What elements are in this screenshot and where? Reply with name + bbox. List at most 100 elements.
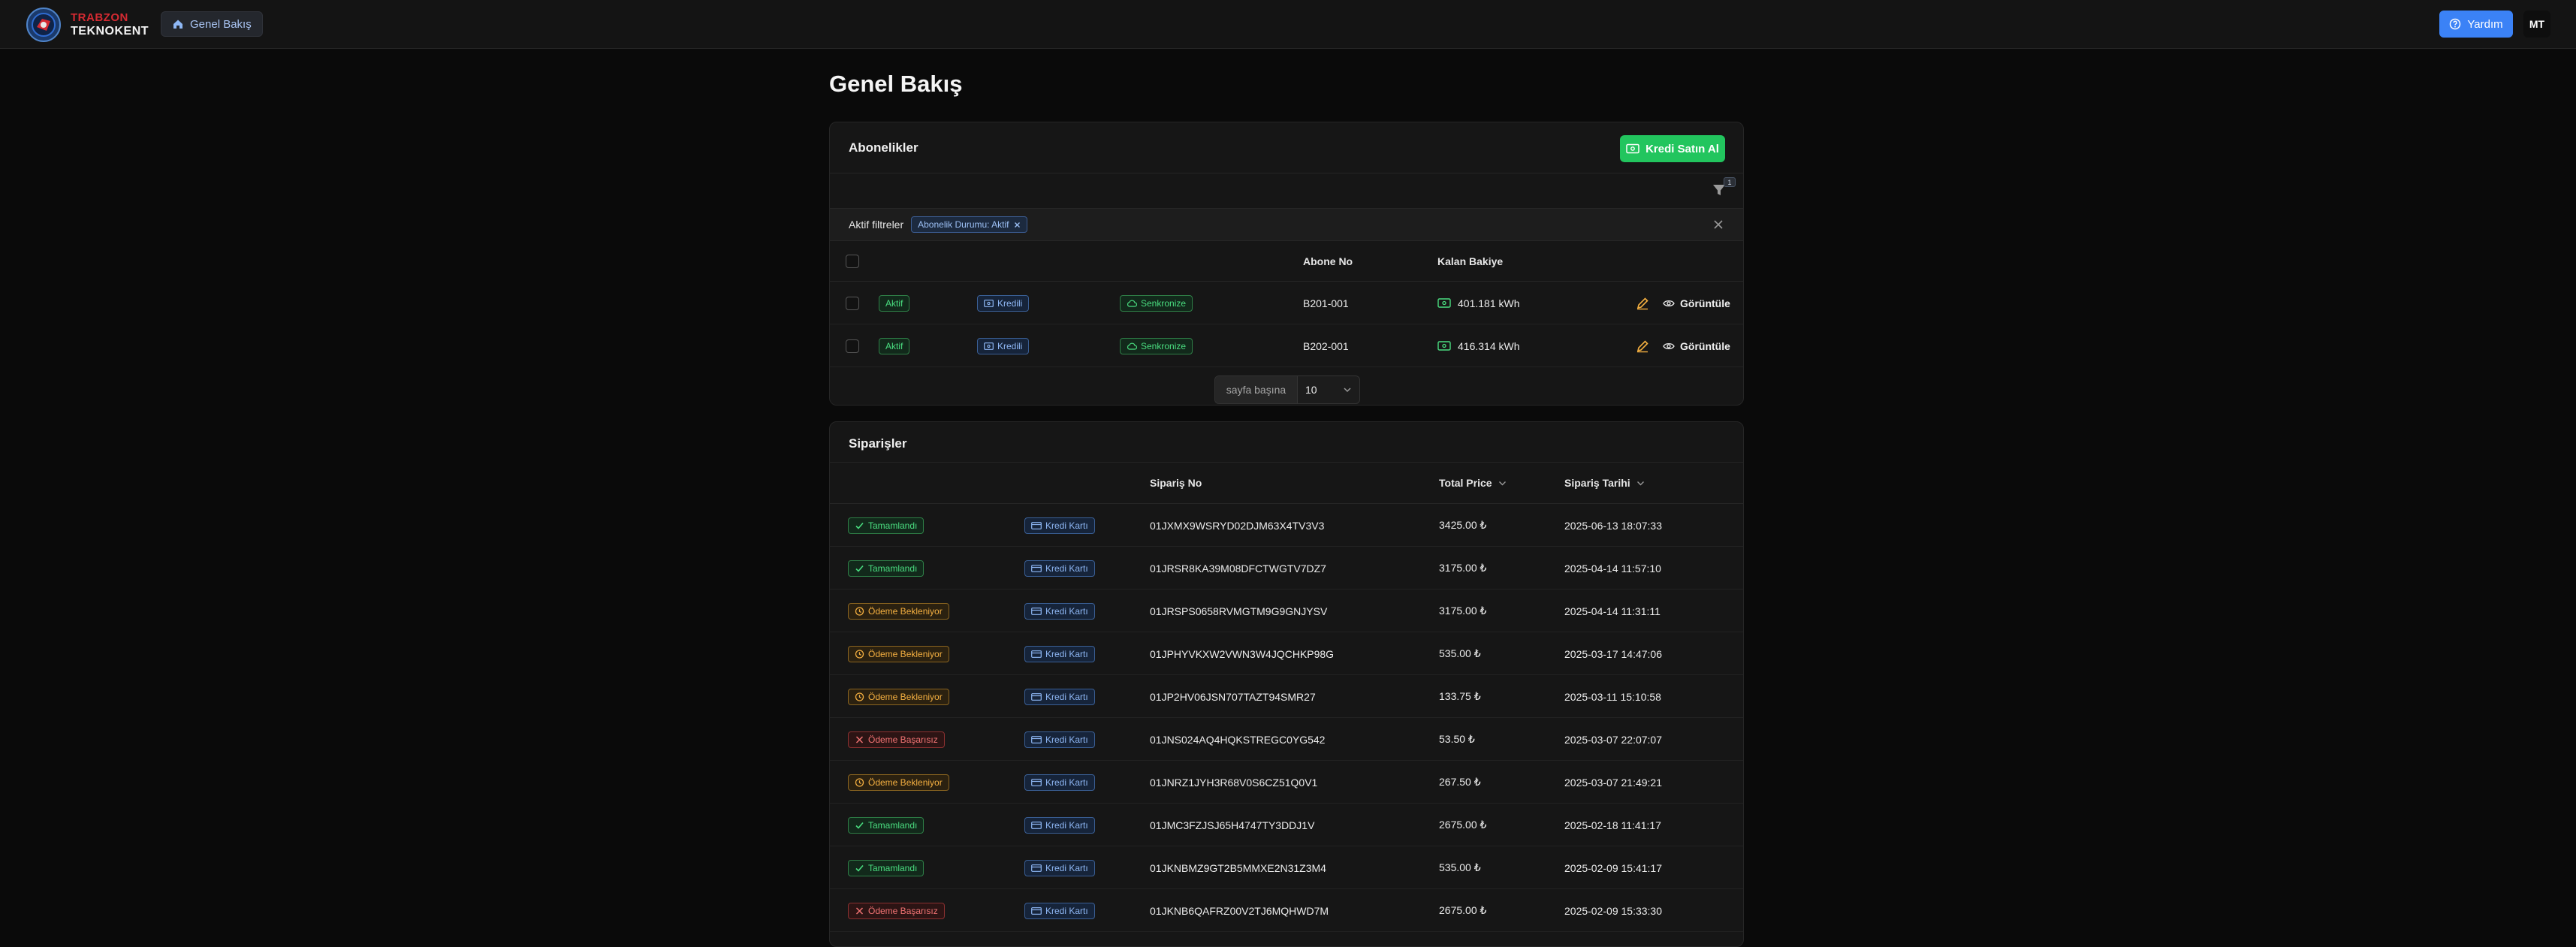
order-price: 535.00 ₺: [1439, 861, 1481, 873]
table-row[interactable]: Ödeme Bekleniyor Kredi Kartı 01JPHYVKXW2VW…: [830, 632, 1743, 675]
clock-icon: [855, 692, 864, 701]
table-row[interactable]: Tamamlandı Kredi Kartı 01JRSR8KA39M08DFCTW…: [830, 547, 1743, 590]
table-row[interactable]: Tamamlandı Kredi Kartı 01JKNBMZ9GT2B5MMXE2…: [830, 846, 1743, 889]
payment-method-label: Kredi Kartı: [1045, 819, 1088, 831]
select-all-checkbox[interactable]: [846, 255, 859, 268]
help-button[interactable]: Yardım: [2439, 11, 2513, 38]
order-price: 2675.00 ₺: [1439, 904, 1487, 916]
order-price: 267.50 ₺: [1439, 776, 1481, 788]
nav-overview-label: Genel Bakış: [190, 17, 252, 31]
subscriber-no: B201-001: [1303, 297, 1349, 309]
table-row[interactable]: Ödeme Başarısız Kredi Kartı 01JNS024AQ4HQK…: [830, 718, 1743, 761]
orders-header: Siparişler: [830, 422, 1743, 463]
per-page-value: 10: [1305, 384, 1317, 396]
type-badge: Kredili: [977, 294, 1030, 312]
edit-icon[interactable]: [1636, 297, 1649, 310]
order-date: 2025-04-14 11:31:11: [1564, 605, 1661, 617]
credit-card-icon: [1031, 778, 1042, 786]
buy-credit-button[interactable]: Kredi Satın Al: [1620, 135, 1725, 162]
buy-credit-label: Kredi Satın Al: [1645, 142, 1719, 155]
cloud-icon: [1127, 342, 1137, 350]
order-price: 535.00 ₺: [1439, 647, 1481, 659]
col-order-date[interactable]: Sipariş Tarihi: [1564, 477, 1645, 489]
active-filters-label: Aktif filtreler: [849, 219, 904, 231]
type-badge: Kredili: [977, 337, 1030, 354]
brand-logo[interactable]: TRABZON TEKNOKENT: [26, 6, 149, 44]
balance-cell: 416.314 kWh: [1437, 324, 1520, 367]
order-date: 2025-03-07 22:07:07: [1564, 733, 1662, 746]
clear-filters-icon[interactable]: [1713, 219, 1724, 230]
col-subscriber-no[interactable]: Abone No: [1303, 255, 1353, 267]
clock-icon: [855, 777, 864, 787]
credit-card-icon: [1031, 735, 1042, 743]
row-checkbox[interactable]: [846, 339, 859, 353]
balance-cell: 401.181 kWh: [1437, 282, 1520, 324]
credit-card-icon: [1031, 521, 1042, 529]
row-checkbox[interactable]: [846, 296, 859, 310]
eye-icon: [1663, 342, 1675, 349]
orders-table-body: Tamamlandı Kredi Kartı 01JXMX9WSRYD02DJM63…: [830, 504, 1743, 932]
pagination: sayfa başına 10: [830, 367, 1743, 405]
order-status-label: Ödeme Bekleniyor: [868, 648, 943, 659]
credit-icon: [1437, 298, 1451, 308]
order-status-badge: Tamamlandı: [848, 559, 925, 577]
order-price: 133.75 ₺: [1439, 690, 1481, 702]
order-status-badge: Ödeme Başarısız: [848, 731, 945, 748]
payment-method-label: Kredi Kartı: [1045, 777, 1088, 788]
payment-method-badge: Kredi Kartı: [1024, 645, 1095, 662]
order-status-badge: Tamamlandı: [848, 859, 925, 876]
payment-method-label: Kredi Kartı: [1045, 691, 1088, 702]
view-button[interactable]: Görüntüle: [1663, 297, 1730, 309]
order-status-badge: Ödeme Bekleniyor: [848, 688, 949, 705]
table-row[interactable]: Tamamlandı Kredi Kartı 01JMC3FZJSJ65H4747T…: [830, 804, 1743, 846]
help-button-label: Yardım: [2467, 17, 2503, 31]
subscriptions-card: Abonelikler Kredi Satın Al 1 Aktif filtr…: [829, 122, 1744, 406]
view-button[interactable]: Görüntüle: [1663, 340, 1730, 352]
table-row[interactable]: Ödeme Başarısız Kredi Kartı 01JKNB6QAFRZ00…: [830, 889, 1743, 932]
payment-method-badge: Kredi Kartı: [1024, 517, 1095, 534]
brand-text: TRABZON TEKNOKENT: [71, 11, 149, 38]
order-no: 01JKNB6QAFRZ00V2TJ6MQHWD7M: [1150, 904, 1329, 917]
per-page-select[interactable]: sayfa başına 10: [1214, 375, 1360, 404]
check-icon: [855, 822, 864, 829]
table-row[interactable]: Ödeme Bekleniyor Kredi Kartı 01JRSPS0658RV…: [830, 590, 1743, 632]
payment-method-badge: Kredi Kartı: [1024, 774, 1095, 791]
help-circle-icon: [2450, 18, 2461, 30]
brand-line-1: TRABZON: [71, 11, 128, 24]
per-page-dropdown[interactable]: 10: [1298, 376, 1359, 403]
home-icon: [173, 20, 182, 29]
table-row[interactable]: Ödeme Bekleniyor Kredi Kartı 01JNRZ1JYH3R6…: [830, 761, 1743, 804]
view-label: Görüntüle: [1680, 297, 1730, 309]
user-avatar[interactable]: MT: [2523, 11, 2550, 38]
order-status-label: Ödeme Bekleniyor: [868, 691, 943, 702]
table-row[interactable]: Tamamlandı Kredi Kartı 01JXMX9WSRYD02DJM63…: [830, 504, 1743, 547]
payment-method-badge: Kredi Kartı: [1024, 731, 1095, 748]
payment-method-label: Kredi Kartı: [1045, 605, 1088, 617]
col-total-price[interactable]: Total Price: [1439, 477, 1507, 489]
order-price: 2675.00 ₺: [1439, 819, 1487, 831]
subscriptions-title: Abonelikler: [849, 140, 918, 155]
order-date: 2025-03-11 15:10:58: [1564, 690, 1661, 703]
col-order-no[interactable]: Sipariş No: [1150, 477, 1202, 489]
order-date: 2025-04-14 11:57:10: [1564, 562, 1661, 575]
col-balance[interactable]: Kalan Bakiye: [1437, 255, 1503, 267]
order-no: 01JNS024AQ4HQKSTREGC0YG542: [1150, 733, 1326, 746]
col-order-date-label: Sipariş Tarihi: [1564, 477, 1630, 489]
nav-overview[interactable]: Genel Bakış: [161, 11, 263, 37]
x-icon: [855, 906, 864, 915]
order-no: 01JKNBMZ9GT2B5MMXE2N31Z3M4: [1150, 861, 1326, 874]
filter-chip-label: Abonelik Durumu: Aktif: [918, 219, 1009, 230]
table-row[interactable]: Ödeme Bekleniyor Kredi Kartı 01JP2HV06JSN7…: [830, 675, 1743, 718]
subscriber-no: B202-001: [1303, 339, 1349, 352]
credit-card-icon: [1031, 607, 1042, 615]
order-status-badge: Tamamlandı: [848, 816, 925, 834]
page-title: Genel Bakış: [829, 71, 963, 97]
payment-method-badge: Kredi Kartı: [1024, 816, 1095, 834]
close-icon[interactable]: [1014, 222, 1021, 228]
credit-card-icon: [1031, 906, 1042, 915]
filter-chip-status[interactable]: Abonelik Durumu: Aktif: [911, 216, 1027, 233]
status-label: Aktif: [885, 297, 903, 309]
check-icon: [855, 522, 864, 529]
edit-icon[interactable]: [1636, 339, 1649, 353]
clock-icon: [855, 649, 864, 659]
